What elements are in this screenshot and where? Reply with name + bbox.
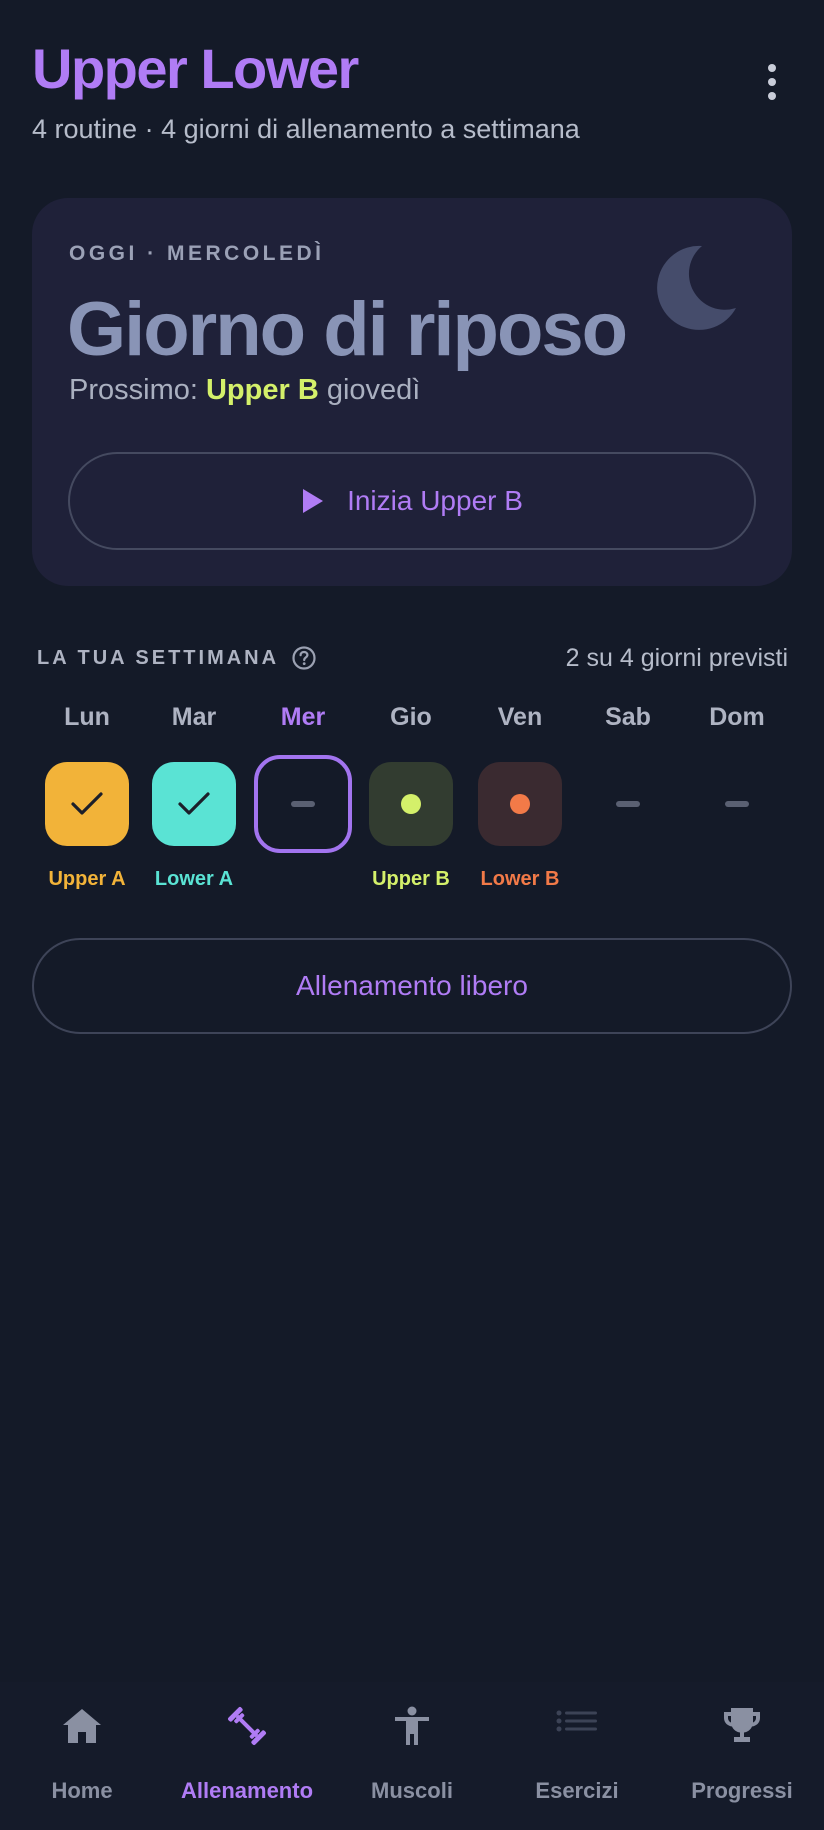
nav-item-home[interactable]: Home [0, 1682, 164, 1830]
nav-label: Esercizi [535, 1778, 619, 1803]
nav-item-allenamento[interactable]: Allenamento [165, 1682, 329, 1830]
day-routine-label: Upper B [372, 868, 450, 890]
day-routine-label [249, 868, 357, 894]
day-sab: Sab [574, 700, 682, 894]
rest-dash [725, 801, 749, 807]
rest-dash [291, 801, 315, 807]
nav-item-muscoli[interactable]: Muscoli [330, 1682, 494, 1830]
bottom-navigation: Home Allenamento Muscoli Esercizi Progre… [0, 1682, 824, 1830]
day-gio: Gio Upper B [357, 700, 465, 894]
day-routine-label: Upper A [48, 868, 126, 890]
day-status-done[interactable] [152, 762, 236, 846]
day-name: Mer [280, 703, 326, 731]
day-ven: Ven Lower B [466, 700, 574, 894]
day-name: Gio [390, 703, 432, 731]
start-workout-label: Inizia Upper B [347, 485, 523, 516]
more-vert-icon[interactable] [752, 54, 792, 110]
next-day: giovedì [326, 374, 421, 406]
list-icon [556, 1710, 597, 1732]
day-status-today[interactable] [254, 755, 352, 853]
free-workout-label: Allenamento libero [296, 970, 528, 1001]
rest-dash [616, 801, 640, 807]
planned-dot [401, 794, 421, 814]
day-name: Lun [64, 703, 110, 731]
day-name: Mar [171, 703, 217, 731]
person-icon [395, 1706, 429, 1745]
day-name: Ven [497, 703, 543, 731]
day-mer: Mer [249, 700, 357, 894]
day-mar: Mar Lower A [140, 700, 248, 894]
moon-icon [657, 245, 736, 330]
today-status-title: Giorno di riposo [67, 287, 628, 372]
day-status-done[interactable] [45, 762, 129, 846]
day-status-rest[interactable] [586, 762, 670, 846]
week-progress: 2 su 4 giorni previsti [565, 643, 788, 672]
day-status-planned[interactable] [478, 762, 562, 846]
day-name: Dom [709, 703, 765, 731]
app-title: Upper Lower [32, 37, 359, 100]
header: Upper Lower 4 routine · 4 giorni di alle… [32, 36, 792, 145]
next-workout: Prossimo: Upper B giovedì [69, 374, 420, 407]
dumbbell-icon [228, 1707, 266, 1745]
day-status-rest[interactable] [695, 762, 779, 846]
today-card: OGGI · MERCOLEDÌ Giorno di riposo Prossi… [32, 198, 792, 586]
week-header: LA TUA SETTIMANA 2 su 4 giorni previsti [37, 640, 788, 676]
check-icon [71, 792, 103, 815]
help-icon[interactable] [291, 645, 317, 671]
day-routine-label [574, 868, 682, 894]
trophy-icon [724, 1708, 760, 1742]
check-icon [178, 792, 210, 815]
free-workout-button[interactable]: Allenamento libero [32, 938, 792, 1034]
routine-summary: 4 routine · 4 giorni di allenamento a se… [32, 114, 580, 144]
nav-item-esercizi[interactable]: Esercizi [495, 1682, 659, 1830]
day-routine-label [683, 868, 791, 894]
day-routine-label: Lower A [154, 868, 234, 890]
today-eyebrow: OGGI · MERCOLEDÌ [69, 242, 325, 265]
day-name: Sab [605, 703, 651, 731]
play-icon [303, 489, 324, 513]
next-prefix: Prossimo: [69, 374, 198, 406]
nav-label: Home [51, 1778, 113, 1803]
day-status-planned[interactable] [369, 762, 453, 846]
start-workout-button[interactable]: Inizia Upper B [68, 452, 756, 550]
next-routine: Upper B [205, 374, 319, 406]
week-title: LA TUA SETTIMANA [37, 646, 280, 669]
nav-label: Muscoli [371, 1778, 453, 1803]
nav-label: Allenamento [180, 1778, 314, 1803]
nav-label: Progressi [691, 1778, 793, 1803]
home-icon [63, 1709, 101, 1743]
nav-item-progressi[interactable]: Progressi [660, 1682, 824, 1830]
day-routine-label: Lower B [480, 868, 560, 890]
planned-dot [510, 794, 530, 814]
day-dom: Dom [683, 700, 791, 894]
day-lun: Lun Upper A [33, 700, 141, 894]
